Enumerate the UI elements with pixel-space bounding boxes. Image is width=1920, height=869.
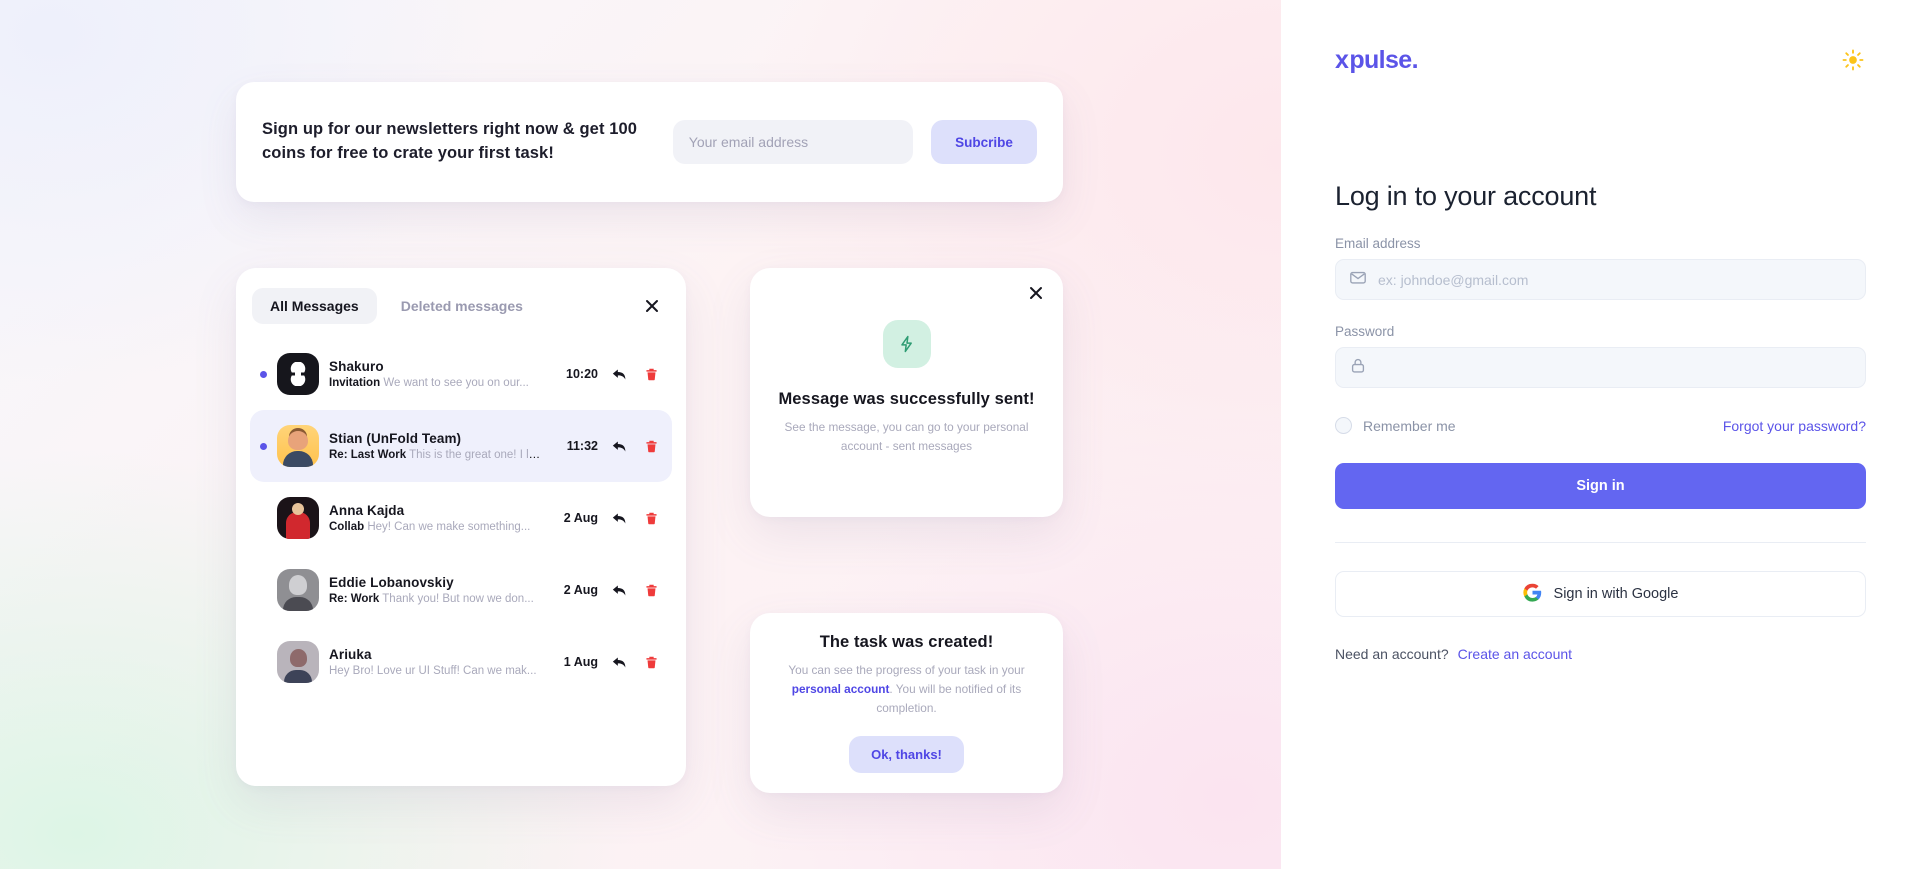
avatar bbox=[277, 569, 319, 611]
message-preview: This is the great one! I lo... bbox=[409, 449, 544, 461]
trash-icon[interactable] bbox=[640, 656, 662, 669]
sun-icon[interactable] bbox=[1840, 47, 1866, 73]
personal-account-link[interactable]: personal account bbox=[792, 682, 890, 696]
message-preview: We want to see you on our... bbox=[383, 377, 529, 389]
close-icon[interactable] bbox=[1027, 284, 1045, 302]
message-subject: Collab bbox=[329, 521, 365, 533]
table-row[interactable]: Ariuka Hey Bro! Love ur UI Stuff! Can we… bbox=[250, 626, 672, 698]
table-row[interactable]: Stian (UnFold Team) Re: Last Work This i… bbox=[250, 410, 672, 482]
message-preview: Hey Bro! Love ur UI Stuff! Can we mak... bbox=[329, 665, 537, 677]
login-header: x pulse. bbox=[1335, 40, 1866, 80]
avatar bbox=[277, 641, 319, 683]
remember-me-checkbox[interactable]: Remember me bbox=[1335, 417, 1456, 434]
google-button-label: Sign in with Google bbox=[1553, 586, 1679, 602]
toast-subtext-line2: account - sent messages bbox=[840, 438, 973, 453]
toast-title: Message was successfully sent! bbox=[778, 390, 1035, 408]
reply-icon[interactable] bbox=[608, 511, 630, 526]
create-account-link[interactable]: Create an account bbox=[1458, 646, 1572, 662]
trash-icon[interactable] bbox=[640, 440, 662, 453]
unread-dot bbox=[260, 587, 267, 594]
xpulse-logo: x pulse. bbox=[1335, 45, 1419, 75]
newsletter-email-input[interactable] bbox=[672, 120, 913, 164]
unread-dot bbox=[260, 442, 267, 450]
remember-forgot-row: Remember me Forgot your password? bbox=[1335, 417, 1866, 434]
trash-icon[interactable] bbox=[640, 368, 662, 381]
task-body-after: . You will be notified of its completion… bbox=[876, 681, 1022, 715]
avatar bbox=[277, 497, 319, 539]
message-preview: Hey! Can we make something... bbox=[367, 521, 531, 533]
page-title: Log in to your account bbox=[1335, 181, 1597, 211]
reply-icon[interactable] bbox=[608, 439, 630, 454]
message-sender: Anna Kajda bbox=[329, 503, 405, 518]
newsletter-banner: Sign up for our newsletters right now & … bbox=[236, 82, 1063, 202]
newsletter-headline: Sign up for our newsletters right now & … bbox=[262, 120, 638, 162]
avatar bbox=[277, 425, 319, 467]
message-time: 1 Aug bbox=[563, 655, 598, 669]
message-subject: Re: Last Work bbox=[329, 449, 407, 461]
message-sender: Eddie Lobanovskiy bbox=[329, 575, 454, 590]
message-preview: Thank you! But now we don... bbox=[382, 593, 534, 605]
tab-deleted-messages[interactable]: Deleted messages bbox=[383, 288, 541, 324]
table-row[interactable]: Anna Kajda Collab Hey! Can we make somet… bbox=[250, 482, 672, 554]
avatar bbox=[277, 353, 319, 395]
message-time: 11:32 bbox=[566, 439, 598, 453]
message-time: 10:20 bbox=[566, 367, 598, 381]
showcase-panel: Sign up for our newsletters right now & … bbox=[0, 0, 1281, 869]
message-sent-card: Message was successfully sent! See the m… bbox=[750, 268, 1063, 517]
table-row[interactable]: Eddie Lobanovskiy Re: Work Thank you! Bu… bbox=[250, 554, 672, 626]
sign-in-button[interactable]: Sign in bbox=[1335, 463, 1866, 509]
message-sender: Ariuka bbox=[329, 647, 372, 662]
password-label: Password bbox=[1335, 324, 1395, 339]
trash-icon[interactable] bbox=[640, 512, 662, 525]
message-sender: Shakuro bbox=[329, 359, 384, 374]
subscribe-button[interactable]: Subcribe bbox=[930, 120, 1037, 164]
unread-dot bbox=[260, 370, 267, 378]
messages-card: All Messages Deleted messages Shakuro In… bbox=[236, 268, 686, 786]
login-page: Sign up for our newsletters right now & … bbox=[0, 0, 1920, 869]
password-field-wrap bbox=[1335, 347, 1866, 388]
task-body-before: You can see the progress of your task in… bbox=[788, 663, 1025, 677]
toast-title: The task was created! bbox=[819, 633, 994, 651]
lightning-bolt-icon bbox=[882, 320, 931, 368]
message-sender: Stian (UnFold Team) bbox=[329, 431, 462, 446]
message-time: 2 Aug bbox=[563, 511, 598, 525]
tab-all-messages[interactable]: All Messages bbox=[252, 288, 377, 324]
need-account-text: Need an account? bbox=[1335, 646, 1449, 662]
reply-icon[interactable] bbox=[608, 583, 630, 598]
unread-dot bbox=[260, 659, 267, 666]
reply-icon[interactable] bbox=[608, 655, 630, 670]
remember-me-label: Remember me bbox=[1363, 417, 1456, 434]
unread-dot bbox=[260, 515, 267, 522]
remember-me-radio[interactable] bbox=[1335, 417, 1352, 434]
divider bbox=[1335, 542, 1866, 543]
messages-tabs: All Messages Deleted messages bbox=[250, 284, 672, 332]
table-row[interactable]: Shakuro Invitation We want to see you on… bbox=[250, 338, 672, 410]
email-label: Email address bbox=[1335, 236, 1421, 251]
toast-subtext-line1: See the message, you can go to your pers… bbox=[784, 420, 1029, 434]
google-g-icon bbox=[1522, 583, 1542, 606]
message-time: 2 Aug bbox=[563, 583, 598, 597]
login-panel: x pulse. Log in to your account Email add… bbox=[1281, 0, 1920, 869]
logo-x-mark: x bbox=[1335, 45, 1349, 74]
need-account-row: Need an account? Create an account bbox=[1335, 646, 1866, 662]
messages-list: Shakuro Invitation We want to see you on… bbox=[250, 338, 672, 698]
task-created-card: The task was created! You can see the pr… bbox=[750, 613, 1063, 793]
sign-in-with-google-button[interactable]: Sign in with Google bbox=[1335, 571, 1866, 617]
trash-icon[interactable] bbox=[640, 584, 662, 597]
message-subject: Invitation bbox=[329, 377, 381, 389]
close-icon[interactable] bbox=[642, 296, 662, 316]
forgot-password-link[interactable]: Forgot your password? bbox=[1723, 418, 1866, 434]
ok-thanks-button[interactable]: Ok, thanks! bbox=[849, 735, 964, 773]
password-field[interactable] bbox=[1335, 347, 1866, 388]
message-subject: Re: Work bbox=[329, 593, 380, 605]
email-field[interactable] bbox=[1335, 259, 1866, 300]
email-field-wrap bbox=[1335, 259, 1866, 300]
reply-icon[interactable] bbox=[608, 367, 630, 382]
logo-wordmark: pulse. bbox=[1349, 45, 1418, 74]
